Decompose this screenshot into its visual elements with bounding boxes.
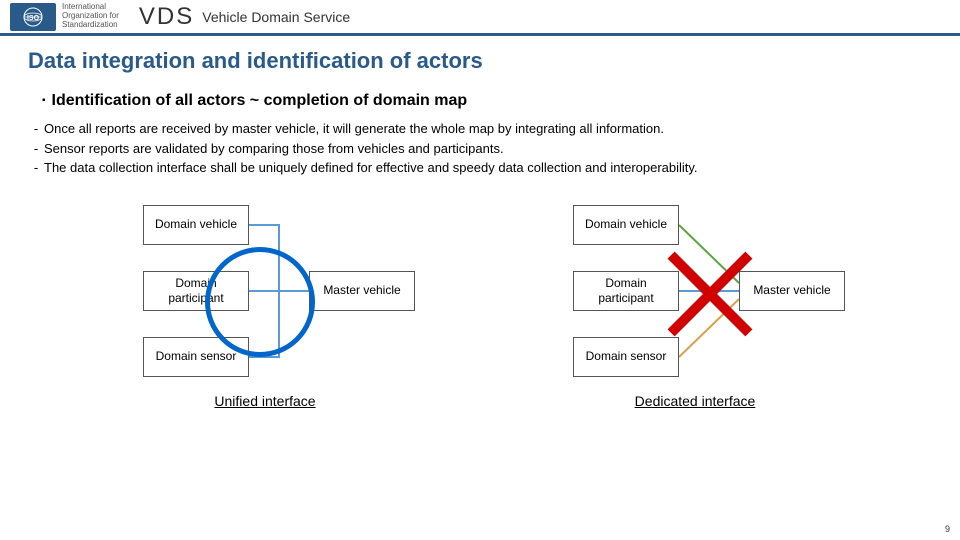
- slide-header: ISO International Organization for Stand…: [0, 0, 960, 36]
- dash-icon: -: [28, 140, 44, 158]
- sub-heading: Identification of all actors ~ completio…: [42, 92, 960, 110]
- diagram-unified: Domain vehicle Domain participant Domain…: [115, 205, 415, 415]
- iso-line3: Standardization: [62, 21, 119, 30]
- vds-label: VDS: [139, 3, 194, 31]
- box-master-vehicle: Master vehicle: [309, 271, 415, 311]
- box-domain-sensor: Domain sensor: [143, 337, 249, 377]
- bullet-text: Sensor reports are validated by comparin…: [44, 140, 504, 158]
- bullet-text: The data collection interface shall be u…: [44, 159, 698, 177]
- bullet-item: -The data collection interface shall be …: [28, 159, 930, 177]
- bullet-item: -Once all reports are received by master…: [28, 120, 930, 138]
- iso-text: International Organization for Standardi…: [62, 3, 119, 29]
- vds-subtitle: Vehicle Domain Service: [202, 9, 350, 25]
- page-number: 9: [945, 524, 950, 534]
- box-master-vehicle: Master vehicle: [739, 271, 845, 311]
- box-domain-vehicle: Domain vehicle: [143, 205, 249, 245]
- diagram-row: Domain vehicle Domain participant Domain…: [0, 205, 960, 415]
- svg-text:ISO: ISO: [27, 15, 40, 22]
- bullet-item: -Sensor reports are validated by compari…: [28, 140, 930, 158]
- dash-icon: -: [28, 159, 44, 177]
- dash-icon: -: [28, 120, 44, 138]
- box-domain-vehicle: Domain vehicle: [573, 205, 679, 245]
- box-domain-participant: Domain participant: [143, 271, 249, 311]
- diagram-dedicated: Domain vehicle Domain participant Domain…: [545, 205, 845, 415]
- bullet-text: Once all reports are received by master …: [44, 120, 664, 138]
- box-domain-participant: Domain participant: [573, 271, 679, 311]
- iso-logo-icon: ISO: [10, 3, 56, 31]
- page-title: Data integration and identification of a…: [28, 48, 960, 74]
- bullet-list: -Once all reports are received by master…: [28, 120, 930, 177]
- box-domain-sensor: Domain sensor: [573, 337, 679, 377]
